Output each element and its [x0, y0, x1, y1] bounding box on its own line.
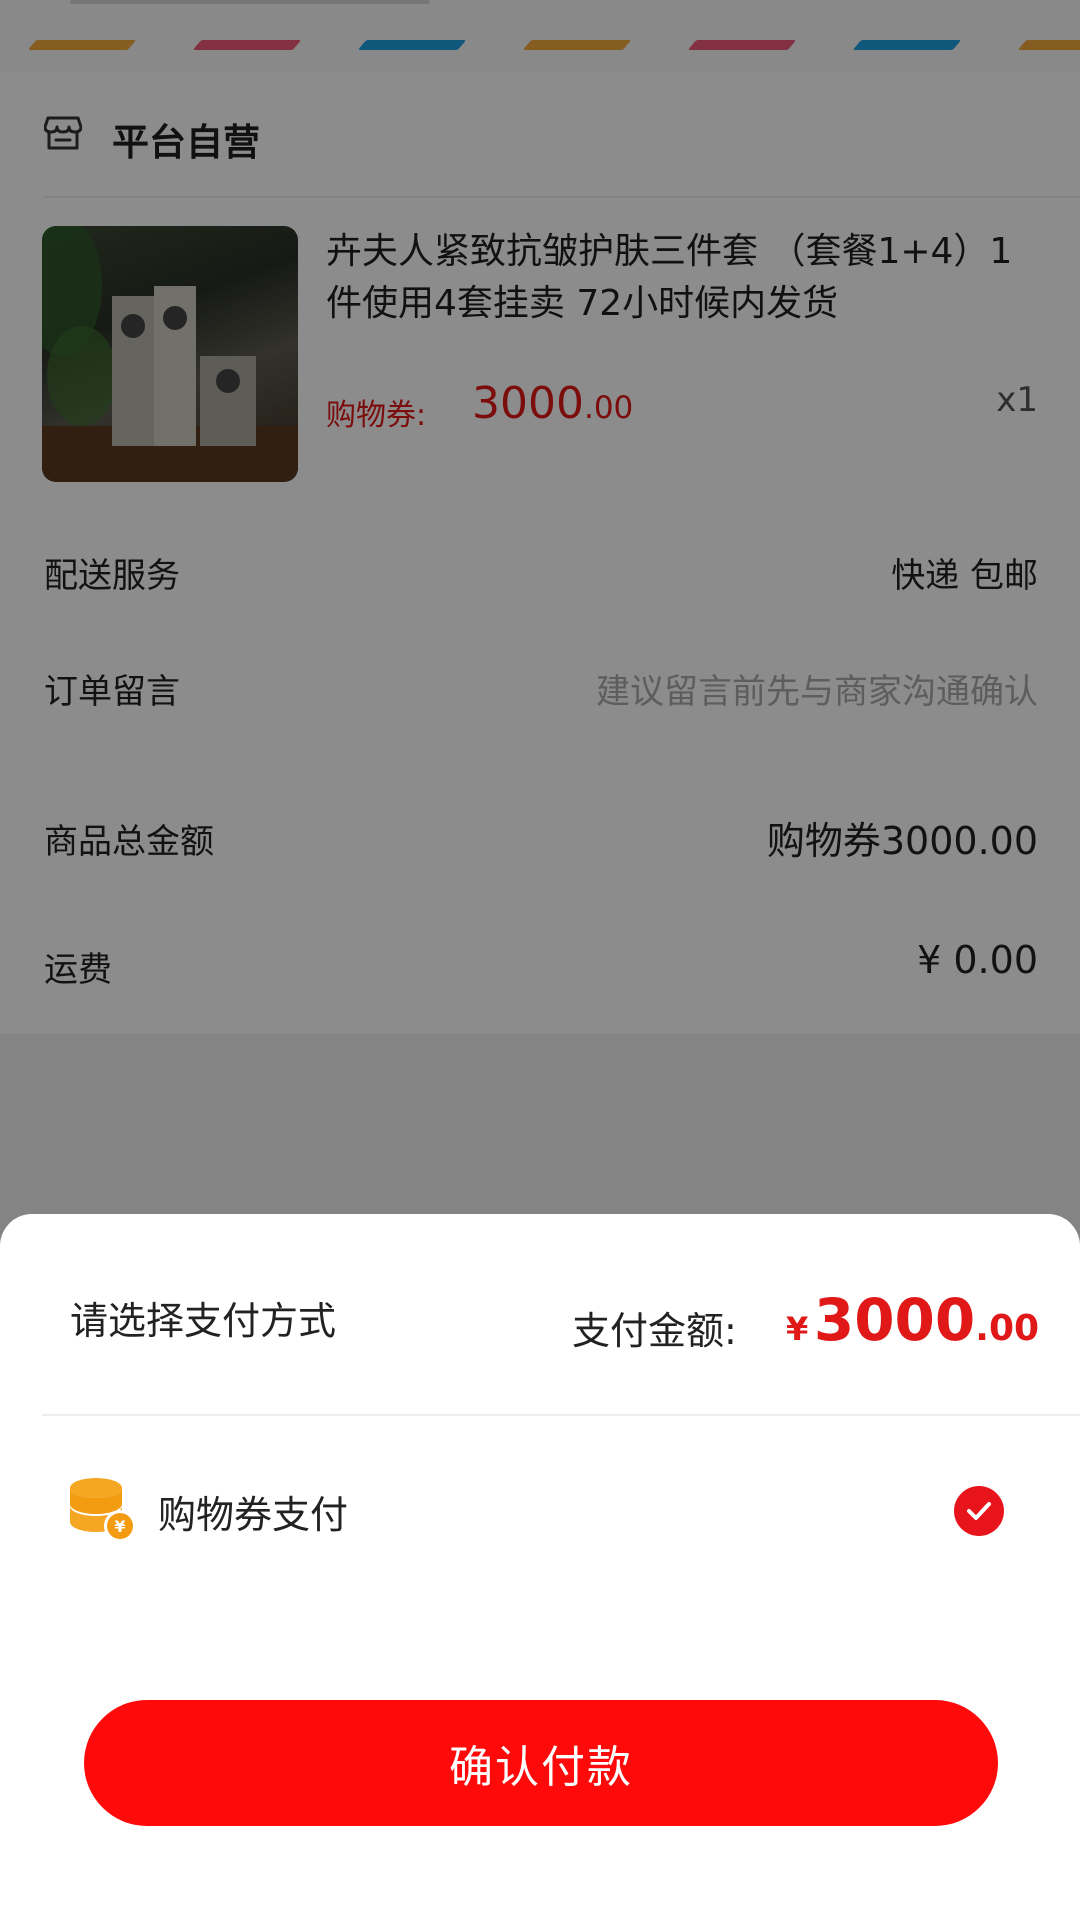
- pay-amount-decimal: .00: [975, 1308, 1040, 1349]
- sheet-title: 请选择支付方式: [70, 1299, 337, 1343]
- currency-symbol: ¥: [786, 1310, 809, 1348]
- divider: [42, 1414, 1080, 1416]
- svg-text:¥: ¥: [114, 1517, 125, 1536]
- pay-amount: ¥ 3000.00: [786, 1286, 1039, 1354]
- payment-method-coupon[interactable]: ¥ 购物券支付: [0, 1474, 1080, 1584]
- confirm-payment-button[interactable]: 确认付款: [84, 1700, 998, 1826]
- coin-stack-icon: ¥: [70, 1478, 136, 1542]
- payment-method-label: 购物券支付: [158, 1493, 349, 1537]
- pay-amount-label: 支付金额:: [572, 1309, 737, 1353]
- selected-check-icon[interactable]: [954, 1486, 1004, 1536]
- pay-amount-integer: 3000: [813, 1286, 976, 1354]
- payment-bottom-sheet: 请选择支付方式 支付金额: ¥ 3000.00 ¥ 购物券支付 确认付款: [0, 1214, 1080, 1920]
